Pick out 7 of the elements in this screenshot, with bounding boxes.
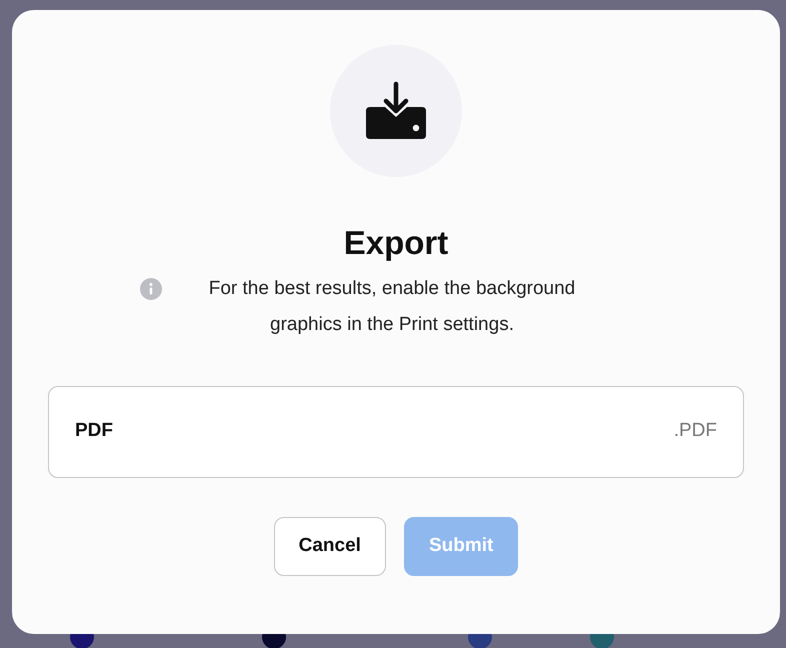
info-message: For the best results, enable the background graphics in the Print settings. [208, 276, 576, 337]
field-value: PDF [75, 419, 113, 444]
extension-suffix: .PDF [674, 419, 717, 444]
file-format-field[interactable]: PDF .PDF [48, 386, 744, 478]
info-icon [140, 278, 162, 300]
dialog-title: Export [344, 223, 448, 263]
cancel-button[interactable]: Cancel [274, 516, 386, 576]
